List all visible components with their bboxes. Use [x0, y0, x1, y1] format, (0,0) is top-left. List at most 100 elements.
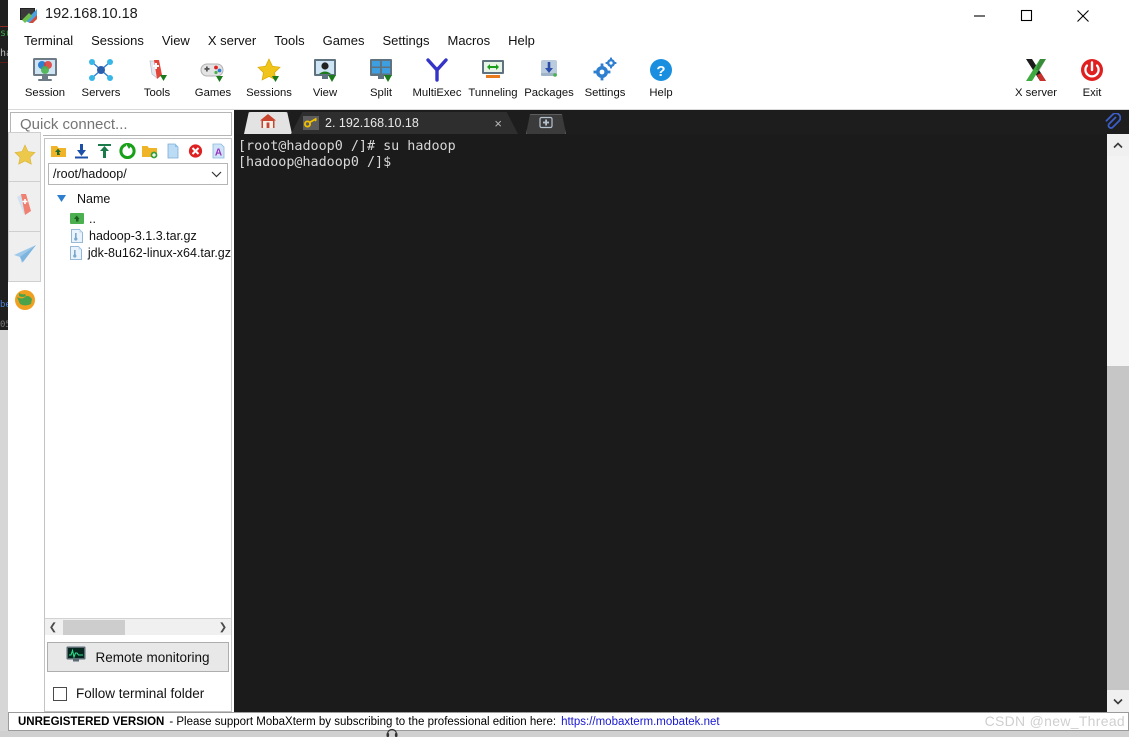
text-mode-icon[interactable]: A [209, 142, 228, 161]
scroll-up-arrow-icon[interactable] [1107, 134, 1129, 156]
delete-icon[interactable] [186, 142, 205, 161]
file-browser-hscrollbar[interactable]: ❮ ❯ [45, 618, 231, 635]
menu-xserver[interactable]: X server [199, 31, 265, 51]
unregistered-label: UNREGISTERED VERSION [18, 715, 165, 728]
os-taskbar [0, 731, 1129, 737]
file-list-header[interactable]: Name [45, 188, 231, 210]
refresh-icon[interactable] [118, 142, 137, 161]
new-file-icon[interactable] [163, 142, 182, 161]
main-body: A /root/hadoop/ Name [8, 110, 1129, 712]
toolbar-settings-button[interactable]: Settings [577, 53, 633, 108]
list-item[interactable]: jdk-8u162-linux-x64.tar.gz [45, 244, 231, 261]
home-icon [259, 113, 277, 134]
toolbar-servers-button[interactable]: Servers [73, 53, 129, 108]
tab-session-active[interactable]: 2. 192.168.10.18 × [291, 112, 518, 134]
menu-terminal[interactable]: Terminal [15, 31, 82, 51]
hscroll-thumb[interactable] [63, 619, 125, 635]
monitor-graph-icon [66, 646, 86, 668]
toolbar-xserver-button[interactable]: X server [1008, 53, 1064, 108]
file-path-value: /root/hadoop/ [53, 167, 127, 181]
toolbar-label: Tunneling [468, 87, 518, 99]
follow-terminal-folder-label: Follow terminal folder [76, 686, 205, 701]
new-tab-button[interactable] [526, 114, 566, 134]
menu-help[interactable]: Help [499, 31, 544, 51]
toolbar-view-button[interactable]: View [297, 53, 353, 108]
scroll-down-arrow-icon[interactable] [1107, 690, 1129, 712]
list-item[interactable]: hadoop-3.1.3.tar.gz [45, 227, 231, 244]
sort-descending-icon [57, 194, 66, 204]
tab-home[interactable] [244, 112, 292, 134]
multiexec-icon [423, 53, 451, 87]
quick-connect-box[interactable] [10, 112, 232, 136]
rail-macros[interactable] [8, 232, 41, 282]
main-toolbar: Session Servers Tools Games Sessions Vie… [8, 51, 1129, 110]
menu-settings[interactable]: Settings [374, 31, 439, 51]
toolbar-label: Settings [584, 87, 626, 99]
toolbar-exit-button[interactable]: Exit [1064, 53, 1120, 108]
chevron-down-icon[interactable] [205, 170, 227, 178]
toolbar-sessions-button[interactable]: Sessions [241, 53, 297, 108]
file-name: hadoop-3.1.3.tar.gz [89, 228, 197, 243]
minimize-button[interactable] [957, 0, 1002, 31]
file-path-combobox[interactable]: /root/hadoop/ [48, 163, 228, 185]
toolbar-label: Servers [81, 87, 121, 99]
toolbar-packages-button[interactable]: Packages [521, 53, 577, 108]
plus-icon [539, 116, 553, 134]
toolbar-split-button[interactable]: Split [353, 53, 409, 108]
menu-macros[interactable]: Macros [438, 31, 499, 51]
toolbar-label: MultiExec [412, 87, 462, 99]
toolbar-label: Packages [524, 87, 574, 99]
rail-sessions[interactable] [8, 132, 41, 182]
tab-close-icon[interactable]: × [494, 116, 502, 131]
close-button[interactable] [1060, 0, 1105, 31]
paperclip-icon[interactable] [1101, 112, 1123, 132]
follow-terminal-folder-row[interactable]: Follow terminal folder [53, 686, 204, 701]
mobaxterm-link[interactable]: https://mobaxterm.mobatek.net [561, 716, 720, 728]
power-icon [1078, 53, 1106, 87]
toolbar-session-button[interactable]: Session [17, 53, 73, 108]
follow-terminal-folder-checkbox[interactable] [53, 686, 67, 701]
parent-folder-icon[interactable] [49, 142, 68, 161]
packages-icon [535, 53, 563, 87]
tools-icon [143, 53, 171, 87]
toolbar-label: Tools [143, 87, 171, 99]
settings-gear-icon [591, 53, 619, 87]
rail-tools[interactable] [8, 182, 41, 232]
upload-icon[interactable] [95, 142, 114, 161]
rail-globe[interactable] [8, 282, 41, 322]
terminal-vscrollbar[interactable] [1107, 134, 1129, 712]
scroll-right-arrow-icon[interactable]: ❯ [215, 622, 231, 633]
scroll-left-arrow-icon[interactable]: ❮ [45, 622, 61, 633]
title-bar: 192.168.10.18 [8, 0, 1129, 31]
file-browser-panel: A /root/hadoop/ Name .. hadoop-3.1.3.tar… [44, 138, 232, 712]
toolbar-tunneling-button[interactable]: Tunneling [465, 53, 521, 108]
menu-games[interactable]: Games [314, 31, 374, 51]
maximize-button[interactable] [1004, 0, 1049, 31]
toolbar-tools-button[interactable]: Tools [129, 53, 185, 108]
toolbar-multiexec-button[interactable]: MultiExec [409, 53, 465, 108]
terminal-output[interactable]: [root@hadoop0 /]# su hadoop [hadoop@hado… [234, 134, 1107, 712]
toolbar-help-button[interactable]: ? Help [633, 53, 689, 108]
tab-bar: 2. 192.168.10.18 × [234, 110, 1129, 134]
taskbar-app-icon[interactable] [386, 726, 398, 737]
list-item[interactable]: .. [45, 210, 231, 227]
toolbar-label: X server [1014, 87, 1058, 99]
download-icon[interactable] [72, 142, 91, 161]
menu-view[interactable]: View [153, 31, 199, 51]
terminal-text: [root@hadoop0 /]# su hadoop [hadoop@hado… [238, 139, 456, 170]
paper-plane-icon [12, 243, 38, 270]
file-icon [70, 245, 83, 260]
new-folder-icon[interactable] [141, 142, 160, 161]
menu-tools[interactable]: Tools [265, 31, 313, 51]
toolbar-label: Split [370, 87, 392, 99]
hscroll-track[interactable] [61, 619, 215, 636]
vscroll-thumb[interactable] [1107, 156, 1129, 366]
quick-connect-input[interactable] [11, 113, 231, 135]
session-icon [31, 53, 59, 87]
view-icon [311, 53, 339, 87]
remote-monitoring-button[interactable]: Remote monitoring [47, 642, 229, 672]
xserver-icon [1022, 53, 1050, 87]
toolbar-games-button[interactable]: Games [185, 53, 241, 108]
menu-sessions[interactable]: Sessions [82, 31, 153, 51]
toolbar-label: Exit [1082, 87, 1102, 99]
